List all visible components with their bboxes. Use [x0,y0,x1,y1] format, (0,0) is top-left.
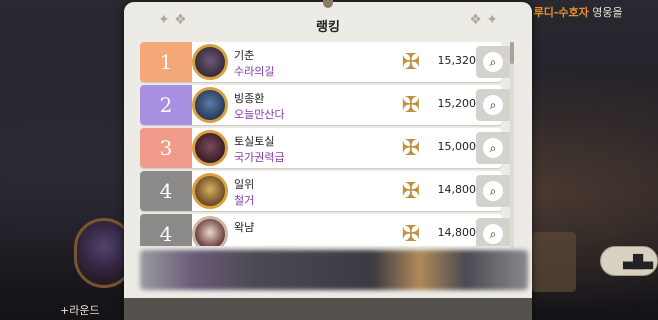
avatar [192,173,228,209]
notice-banner: ᆯ 루디-수호자 영웅을 [520,4,658,20]
rank-number: 1 [140,42,192,82]
score: 14,800 [437,183,477,196]
ranking-list[interactable]: 1 기춘 수라의길 ✠ 15,320 ⌕ 2 빙종환 오늘만산다 ✠ 15,20… [140,40,516,246]
avatar [192,216,228,246]
tier-emblem-icon: ✠ [401,92,421,118]
rank-number: 4 [140,214,192,246]
magnifier-icon: ⌕ [483,52,503,72]
view-profile-button[interactable]: ⌕ [476,175,512,207]
scrollbar-thumb[interactable] [510,42,514,64]
ranking-row[interactable]: 4 왁냠 ✠ 14,800 ⌕ [140,214,512,247]
player-name: 왁냠 [234,221,255,234]
magnifier-icon: ⌕ [483,181,503,201]
player-name: 기춘 [234,49,255,62]
tier-emblem-icon: ✠ [401,135,421,161]
guild-name: 철거 [234,194,255,207]
score: 15,320 [437,54,477,67]
player-name: 일위 [234,178,255,191]
dialog-pin-icon [323,0,333,8]
rank-number: 4 [140,171,192,211]
magnifier-icon: ⌕ [483,138,503,158]
ranking-row[interactable]: 2 빙종환 오늘만산다 ✠ 15,200 ⌕ [140,85,512,125]
guild-name: 오늘만산다 [234,108,285,121]
my-rank-row-blurred [140,250,528,290]
podium-icon: ▄█▄ [623,255,653,270]
background-bottom-text: +라운드 [60,304,100,317]
ranking-row[interactable]: 4 일위 철거 ✠ 14,800 ⌕ [140,171,512,211]
magnifier-icon: ⌕ [483,95,503,115]
score: 15,200 [437,97,477,110]
score: 14,800 [437,226,477,239]
score: 15,000 [437,140,477,153]
player-name: 토실토실 [234,135,275,148]
notice-text: 영웅을 [592,6,623,19]
guild-name: 국가권력급 [234,151,285,164]
dialog-bottom-bar [124,298,532,320]
ranking-row[interactable]: 3 토실토실 국가권력급 ✠ 15,000 ⌕ [140,128,512,168]
ranking-button[interactable]: ▄█▄ [600,246,658,276]
view-profile-button[interactable]: ⌕ [476,132,512,164]
avatar [192,130,228,166]
guild-name: 수라의길 [234,65,275,78]
ranking-row[interactable]: 1 기춘 수라의길 ✠ 15,320 ⌕ [140,42,512,82]
list-scrollbar[interactable] [510,42,514,248]
rank-number: 2 [140,85,192,125]
player-name: 빙종환 [234,92,265,105]
avatar [192,44,228,80]
avatar [192,87,228,123]
tier-emblem-icon: ✠ [401,178,421,204]
tier-emblem-icon: ✠ [401,49,421,75]
ranking-dialog: ✦ ❖ ❖ ✦ 랭킹 1 기춘 수라의길 ✠ 15,320 ⌕ 2 빙종환 오늘… [124,0,532,320]
view-profile-button[interactable]: ⌕ [476,46,512,78]
view-profile-button[interactable]: ⌕ [476,218,512,246]
rank-number: 3 [140,128,192,168]
notice-highlight: 루디-수호자 [533,6,589,19]
magnifier-icon: ⌕ [483,224,503,244]
background-panel [532,232,576,292]
view-profile-button[interactable]: ⌕ [476,89,512,121]
tier-emblem-icon: ✠ [401,221,421,247]
dialog-title: 랭킹 [316,20,340,35]
